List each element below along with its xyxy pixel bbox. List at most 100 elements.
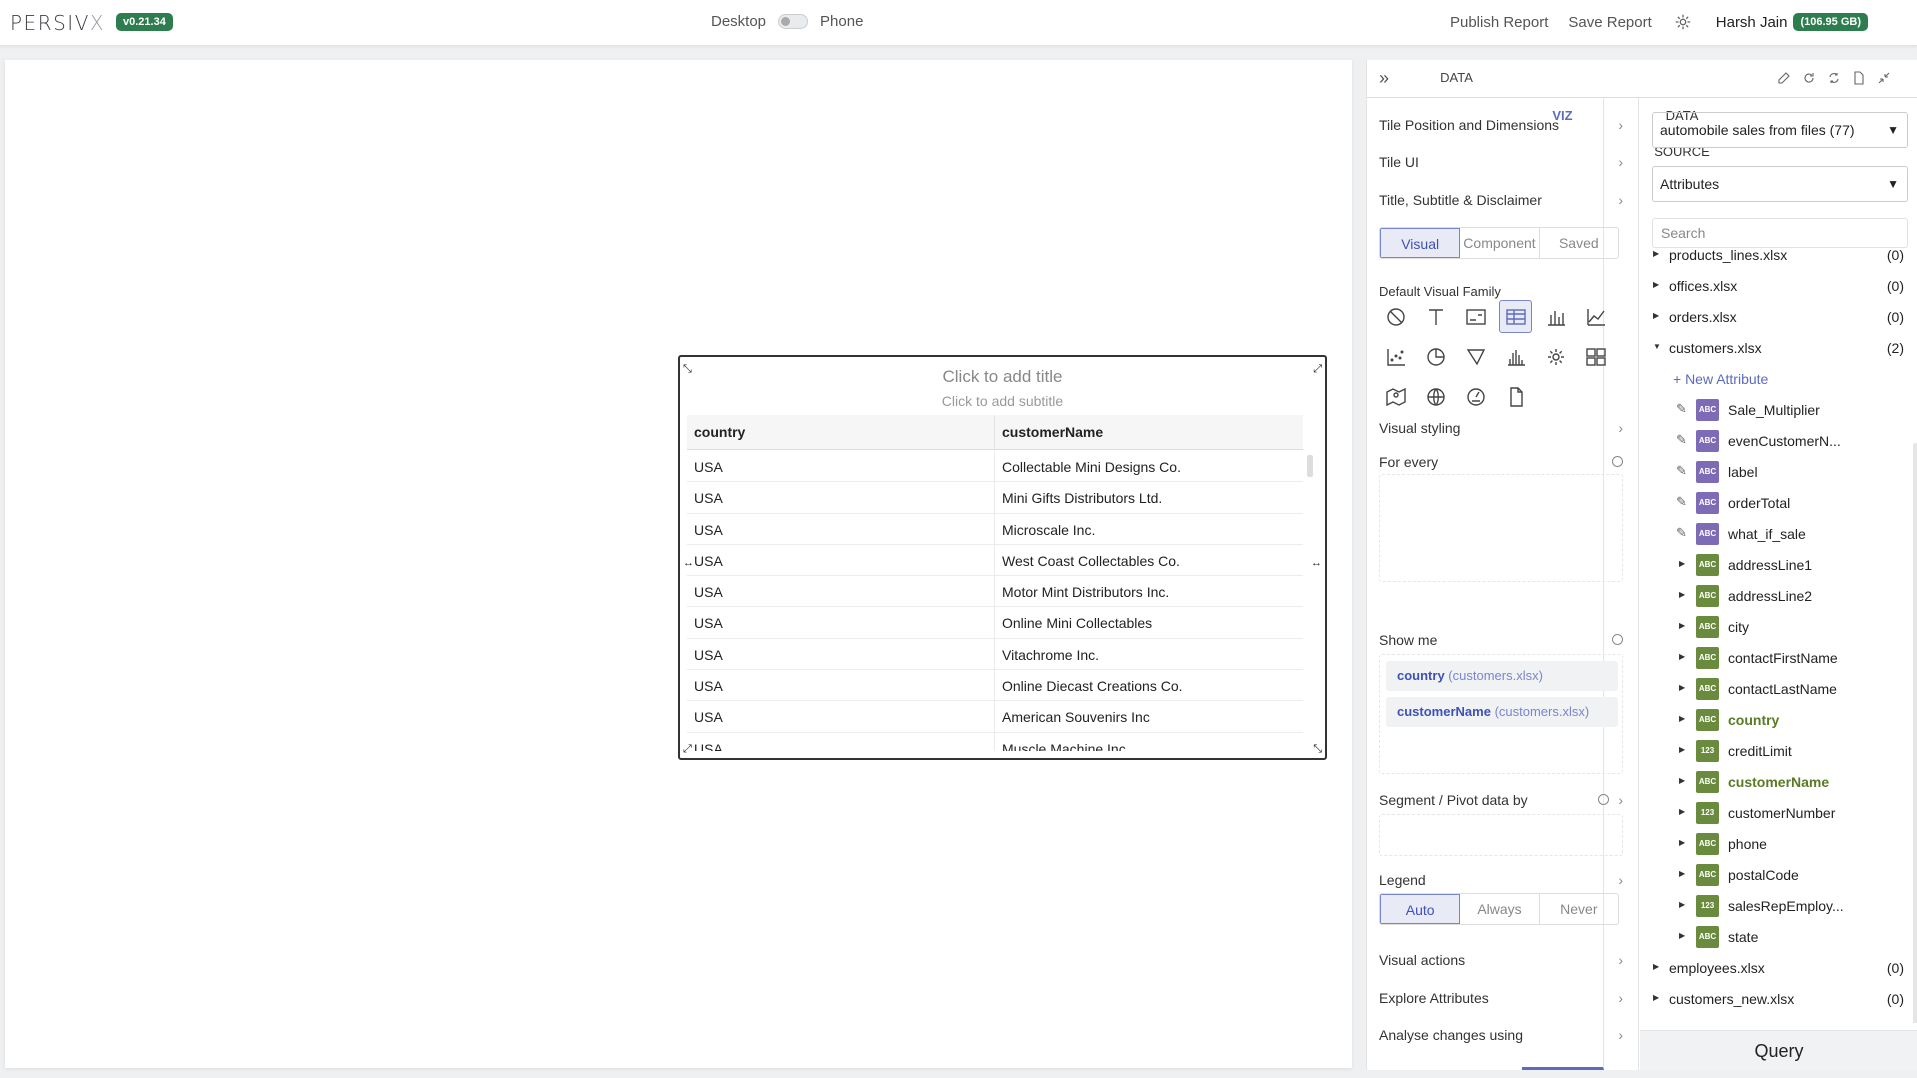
legend-never-button[interactable]: Never xyxy=(1540,894,1618,924)
section-visual-styling[interactable]: Visual styling › xyxy=(1379,420,1623,436)
app-logo[interactable]: PERSIVX xyxy=(10,11,105,35)
legend-always-button[interactable]: Always xyxy=(1460,894,1540,924)
pencil-icon[interactable]: ✎ xyxy=(1676,432,1687,448)
section-tile-position[interactable]: Tile Position and Dimensions › xyxy=(1379,117,1623,133)
section-explore-attributes[interactable]: Explore Attributes › xyxy=(1379,990,1623,1006)
file-row-products-lines[interactable]: ▶ products_lines.xlsx (0) xyxy=(1640,248,1910,271)
settings-gear-icon[interactable] xyxy=(1674,13,1692,31)
section-title-subtitle[interactable]: Title, Subtitle & Disclaimer › xyxy=(1379,192,1623,208)
section-visual-actions[interactable]: Visual actions › xyxy=(1379,952,1623,968)
layout-icon[interactable] xyxy=(1579,340,1612,373)
image-card-icon[interactable] xyxy=(1459,300,1492,333)
caret-right-icon[interactable]: ▶ xyxy=(1679,776,1685,785)
line-chart-icon[interactable] xyxy=(1579,300,1612,333)
attribute-row[interactable]: ▶ ABC contactLastName xyxy=(1640,674,1910,705)
caret-right-icon[interactable]: ▶ xyxy=(1679,714,1685,723)
attribute-row[interactable]: ▶ ABC country xyxy=(1640,705,1910,736)
reset-icon[interactable] xyxy=(1612,634,1623,645)
component-tab[interactable]: Component xyxy=(1460,228,1540,258)
attribute-row[interactable]: ▶ 123 salesRepEmploy... xyxy=(1640,891,1910,922)
sync-icon[interactable] xyxy=(1827,71,1841,85)
resize-e-icon[interactable]: ↔ xyxy=(1311,557,1322,569)
caret-right-icon[interactable]: ▶ xyxy=(1679,559,1685,568)
tab-data[interactable]: DATA xyxy=(1407,60,1506,98)
caret-right-icon[interactable]: ▶ xyxy=(1653,993,1659,1002)
attribute-row[interactable]: ▶ 123 creditLimit xyxy=(1640,736,1910,767)
attribute-row[interactable]: ▶ ABC addressLine1 xyxy=(1640,550,1910,581)
caret-right-icon[interactable]: ▶ xyxy=(1679,683,1685,692)
attribute-row[interactable]: ▶ ABC postalCode xyxy=(1640,860,1910,891)
caret-right-icon[interactable]: ▶ xyxy=(1679,621,1685,630)
resize-se-icon[interactable]: ⤡ xyxy=(1313,743,1322,756)
for-every-drop-zone[interactable] xyxy=(1379,474,1623,582)
reset-icon[interactable] xyxy=(1612,456,1623,467)
funnel-icon[interactable] xyxy=(1459,340,1492,373)
column-header-country[interactable]: country xyxy=(687,415,995,449)
pie-chart-icon[interactable] xyxy=(1419,340,1452,373)
edit-icon[interactable] xyxy=(1777,71,1791,85)
show-me-chip[interactable]: customerName (customers.xlsx) xyxy=(1386,697,1618,727)
saved-tab[interactable]: Saved xyxy=(1540,228,1618,258)
tile-subtitle-placeholder[interactable]: Click to add subtitle xyxy=(680,393,1325,409)
file-row-offices[interactable]: ▶ offices.xlsx (0) xyxy=(1640,271,1910,302)
none-icon[interactable] xyxy=(1379,300,1412,333)
document-icon[interactable] xyxy=(1499,380,1532,413)
tree-scrollbar[interactable] xyxy=(1913,443,1917,1023)
bar-chart-icon[interactable] xyxy=(1539,300,1572,333)
caret-right-icon[interactable]: ▶ xyxy=(1653,311,1659,320)
table-tile[interactable]: ⤡ ⤢ ↔ ↔ ⤢ ⤡ Click to add title Click to … xyxy=(678,355,1327,760)
phone-label[interactable]: Phone xyxy=(820,13,863,30)
attribute-row[interactable]: ▶ 123 customerNumber xyxy=(1640,798,1910,829)
text-icon[interactable] xyxy=(1419,300,1452,333)
table-icon[interactable] xyxy=(1499,300,1532,333)
pencil-icon[interactable]: ✎ xyxy=(1676,494,1687,510)
caret-right-icon[interactable]: ▶ xyxy=(1679,931,1685,940)
show-me-chip[interactable]: country (customers.xlsx) xyxy=(1386,661,1618,691)
attribute-row[interactable]: ▶ ABC customerName xyxy=(1640,767,1910,798)
attribute-row[interactable]: ✎ ABC Sale_Multiplier xyxy=(1640,395,1910,426)
attribute-row[interactable]: ▶ ABC city xyxy=(1640,612,1910,643)
show-me-drop-zone[interactable]: country (customers.xlsx) customerName (c… xyxy=(1379,654,1623,774)
data-source-select[interactable]: automobile sales from files (77) ▼ xyxy=(1652,112,1908,148)
file-row-customers-new[interactable]: ▶ customers_new.xlsx (0) xyxy=(1640,984,1910,1015)
file-icon[interactable] xyxy=(1852,71,1866,85)
caret-right-icon[interactable]: ▶ xyxy=(1653,962,1659,971)
table-scrollbar[interactable] xyxy=(1307,455,1313,477)
file-row-employees[interactable]: ▶ employees.xlsx (0) xyxy=(1640,953,1910,984)
attribute-type-select[interactable]: Attributes ▼ xyxy=(1652,166,1908,202)
histogram-icon[interactable] xyxy=(1499,340,1532,373)
collapse-icon[interactable] xyxy=(1877,71,1891,85)
file-row-customers[interactable]: ▼ customers.xlsx (2) xyxy=(1640,333,1910,364)
caret-right-icon[interactable]: ▶ xyxy=(1679,869,1685,878)
scatter-icon[interactable] xyxy=(1379,340,1412,373)
file-row-orders[interactable]: ▶ orders.xlsx (0) xyxy=(1640,302,1910,333)
caret-right-icon[interactable]: ▶ xyxy=(1679,745,1685,754)
caret-right-icon[interactable]: ▶ xyxy=(1679,807,1685,816)
pencil-icon[interactable]: ✎ xyxy=(1676,463,1687,479)
gauge-icon[interactable] xyxy=(1459,380,1492,413)
map-icon[interactable] xyxy=(1379,380,1412,413)
refresh-icon[interactable] xyxy=(1802,71,1816,85)
attribute-search-input[interactable] xyxy=(1652,218,1908,248)
query-button[interactable]: Query xyxy=(1640,1030,1917,1070)
gear-icon[interactable] xyxy=(1539,340,1572,373)
section-analyse-changes[interactable]: Analyse changes using › xyxy=(1379,1027,1623,1043)
report-canvas[interactable]: ⤡ ⤢ ↔ ↔ ⤢ ⤡ Click to add title Click to … xyxy=(5,60,1352,1068)
new-attribute-row[interactable]: + New Attribute xyxy=(1640,364,1910,395)
column-header-customername[interactable]: customerName xyxy=(995,415,1110,449)
new-attribute-link[interactable]: + New Attribute xyxy=(1673,371,1768,387)
attribute-row[interactable]: ✎ ABC orderTotal xyxy=(1640,488,1910,519)
attribute-row[interactable]: ▶ ABC addressLine2 xyxy=(1640,581,1910,612)
pencil-icon[interactable]: ✎ xyxy=(1676,525,1687,541)
legend-auto-button[interactable]: Auto xyxy=(1380,894,1461,924)
device-toggle[interactable] xyxy=(778,14,809,29)
attribute-row[interactable]: ✎ ABC label xyxy=(1640,457,1910,488)
visual-tab[interactable]: Visual xyxy=(1380,228,1461,258)
globe-icon[interactable] xyxy=(1419,380,1452,413)
caret-right-icon[interactable]: ▶ xyxy=(1679,838,1685,847)
section-tile-ui[interactable]: Tile UI › xyxy=(1379,154,1623,170)
caret-right-icon[interactable]: ▶ xyxy=(1653,280,1659,289)
attribute-row[interactable]: ▶ ABC contactFirstName xyxy=(1640,643,1910,674)
publish-report-button[interactable]: Publish Report xyxy=(1450,14,1548,31)
desktop-label[interactable]: Desktop xyxy=(711,13,766,30)
